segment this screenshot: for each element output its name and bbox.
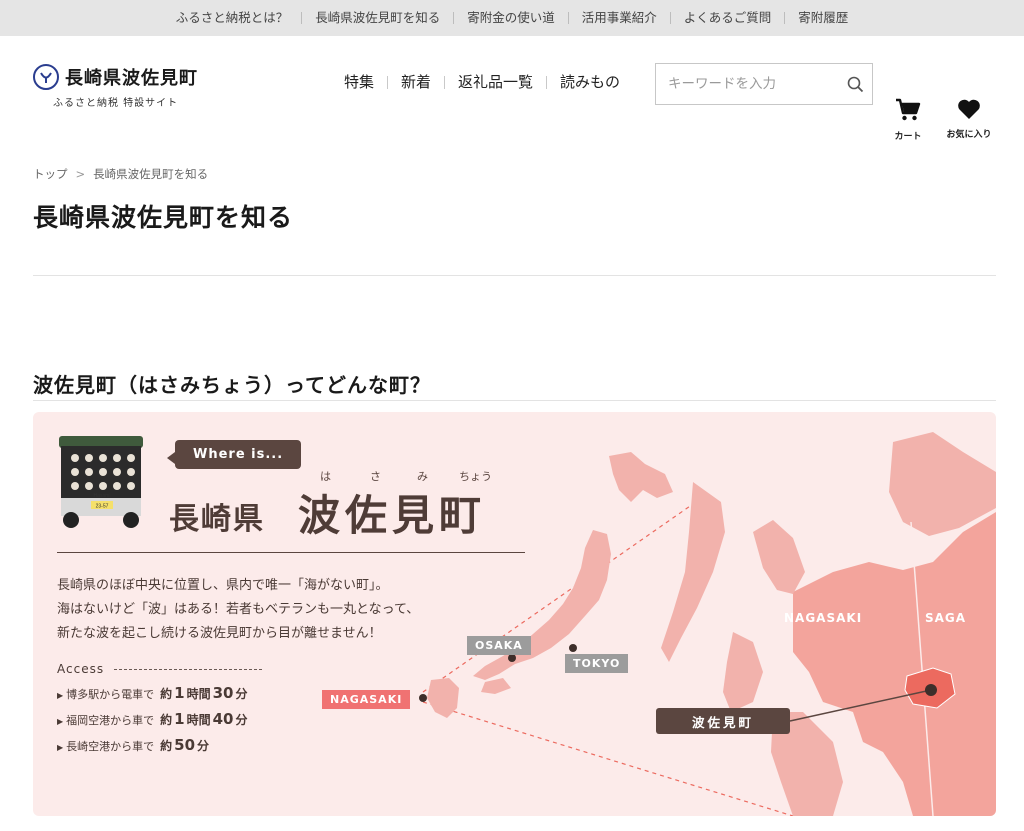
truck-sign: Hasami bbox=[94, 493, 111, 499]
favorite-button[interactable]: お気に入り bbox=[940, 98, 998, 140]
search-icon[interactable] bbox=[839, 76, 872, 93]
utility-nav: ふるさと納税とは？ 長崎県波佐見町を知る 寄附金の使い道 活用事業紹介 よくある… bbox=[0, 0, 1024, 36]
breadcrumb-separator: > bbox=[75, 167, 86, 181]
access-minutes: 40 bbox=[212, 710, 234, 728]
access-prefix: 約 bbox=[160, 713, 173, 727]
town-description: 長崎県のほぼ中央に位置し、県内で唯一「海がない町」。 海はないけど「波」はある！… bbox=[57, 574, 419, 646]
truck-plate: 23-57 bbox=[96, 504, 109, 510]
nav-feature[interactable]: 特集 bbox=[344, 75, 387, 90]
access-minutes: 50 bbox=[174, 736, 196, 754]
access-hours-unit: 時間 bbox=[186, 687, 211, 701]
town-intro-panel: 23-57 Hasami Where is... は さ み ちょう 長崎県 波… bbox=[33, 412, 996, 816]
page-title: 長崎県波佐見町を知る bbox=[33, 203, 294, 232]
map-label-nagasaki: NAGASAKI bbox=[322, 690, 411, 709]
where-is-badge: Where is... bbox=[166, 440, 302, 469]
access-prefix: 約 bbox=[160, 687, 173, 701]
map-label-tokyo: TOKYO bbox=[565, 654, 629, 673]
divider bbox=[33, 400, 996, 401]
access-minutes-unit: 分 bbox=[197, 739, 210, 753]
site-subtitle: ふるさと納税 特設サイト bbox=[53, 98, 179, 109]
search-box bbox=[655, 63, 873, 105]
access-minutes: 30 bbox=[212, 684, 234, 702]
description-line: 新たな波を起こし続ける波佐見町から目が離せません！ bbox=[57, 626, 382, 641]
cart-button[interactable]: カート bbox=[888, 98, 928, 142]
access-minutes-unit: 分 bbox=[235, 687, 248, 701]
access-hours: 1 bbox=[174, 684, 185, 702]
access-from: 福岡空港から車で bbox=[66, 714, 155, 727]
access-heading-text: Access bbox=[57, 662, 105, 676]
divider bbox=[57, 552, 525, 553]
triangle-bullet-icon: ▶ bbox=[57, 717, 64, 726]
heart-icon bbox=[957, 98, 981, 124]
favorite-label: お気に入り bbox=[946, 130, 992, 140]
breadcrumb-current: 長崎県波佐見町を知る bbox=[93, 167, 209, 181]
description-line: 海はないけど「波」はある！若者もベテランも一丸となって、 bbox=[57, 602, 420, 617]
access-item: ▶ 博多駅から電車で 約 1 時間 30 分 bbox=[57, 684, 248, 710]
utility-link-donation-use[interactable]: 寄附金の使い道 bbox=[453, 11, 568, 24]
description-line: 長崎県のほぼ中央に位置し、県内で唯一「海がない町」。 bbox=[57, 578, 389, 593]
town-name: 波佐見町 bbox=[298, 491, 487, 540]
prefecture-name: 長崎県 bbox=[169, 502, 265, 537]
divider bbox=[33, 275, 996, 276]
utility-link-faq[interactable]: よくあるご質問 bbox=[669, 11, 785, 24]
utility-link-history[interactable]: 寄附履歴 bbox=[784, 11, 861, 24]
access-hours-unit: 時間 bbox=[186, 713, 211, 727]
access-minutes-unit: 分 bbox=[235, 713, 248, 727]
hasami-map-label: 波佐見町 bbox=[656, 708, 790, 734]
utility-link-projects[interactable]: 活用事業紹介 bbox=[567, 11, 670, 24]
region-label-saga: SAGA bbox=[925, 611, 967, 625]
region-label-nagasaki: NAGASAKI bbox=[784, 611, 863, 625]
site-logo[interactable]: 長崎県波佐見町 ふるさと納税 特設サイト bbox=[33, 64, 198, 109]
access-item: ▶ 長崎空港から車で 約 50 分 bbox=[57, 736, 248, 762]
nav-new[interactable]: 新着 bbox=[387, 75, 444, 90]
access-from: 長崎空港から車で bbox=[66, 740, 155, 753]
utility-link-know-hasami[interactable]: 長崎県波佐見町を知る bbox=[301, 11, 453, 24]
access-prefix: 約 bbox=[160, 739, 173, 753]
access-item: ▶ 福岡空港から車で 約 1 時間 40 分 bbox=[57, 710, 248, 736]
site-title: 長崎県波佐見町 bbox=[65, 68, 198, 89]
cart-label: カート bbox=[894, 132, 922, 142]
breadcrumb: トップ > 長崎県波佐見町を知る bbox=[33, 166, 208, 182]
access-list: ▶ 博多駅から電車で 約 1 時間 30 分 ▶ 福岡空港から車で 約 1 時間 40… bbox=[57, 684, 248, 762]
global-nav: 特集 新着 返礼品一覧 読みもの bbox=[344, 75, 633, 90]
access-hours: 1 bbox=[174, 710, 185, 728]
triangle-bullet-icon: ▶ bbox=[57, 743, 64, 752]
search-input[interactable] bbox=[656, 76, 839, 92]
kei-truck-photo: 23-57 Hasami bbox=[55, 434, 147, 534]
site-header: 長崎県波佐見町 ふるさと納税 特設サイト 特集 新着 返礼品一覧 読みもの カー… bbox=[0, 36, 1024, 142]
town-emblem-icon bbox=[33, 64, 59, 90]
access-from: 博多駅から電車で bbox=[66, 688, 155, 701]
breadcrumb-home[interactable]: トップ bbox=[33, 166, 68, 182]
utility-link-about-furusato[interactable]: ふるさと納税とは？ bbox=[163, 11, 302, 24]
nav-items[interactable]: 返礼品一覧 bbox=[444, 75, 546, 90]
section-title: 波佐見町（はさみちょう）ってどんな町？ bbox=[33, 373, 431, 397]
access-heading: Access bbox=[57, 662, 263, 676]
map-label-osaka: OSAKA bbox=[467, 636, 531, 655]
nav-reading[interactable]: 読みもの bbox=[546, 75, 633, 90]
cart-icon bbox=[895, 98, 921, 126]
triangle-bullet-icon: ▶ bbox=[57, 691, 64, 700]
